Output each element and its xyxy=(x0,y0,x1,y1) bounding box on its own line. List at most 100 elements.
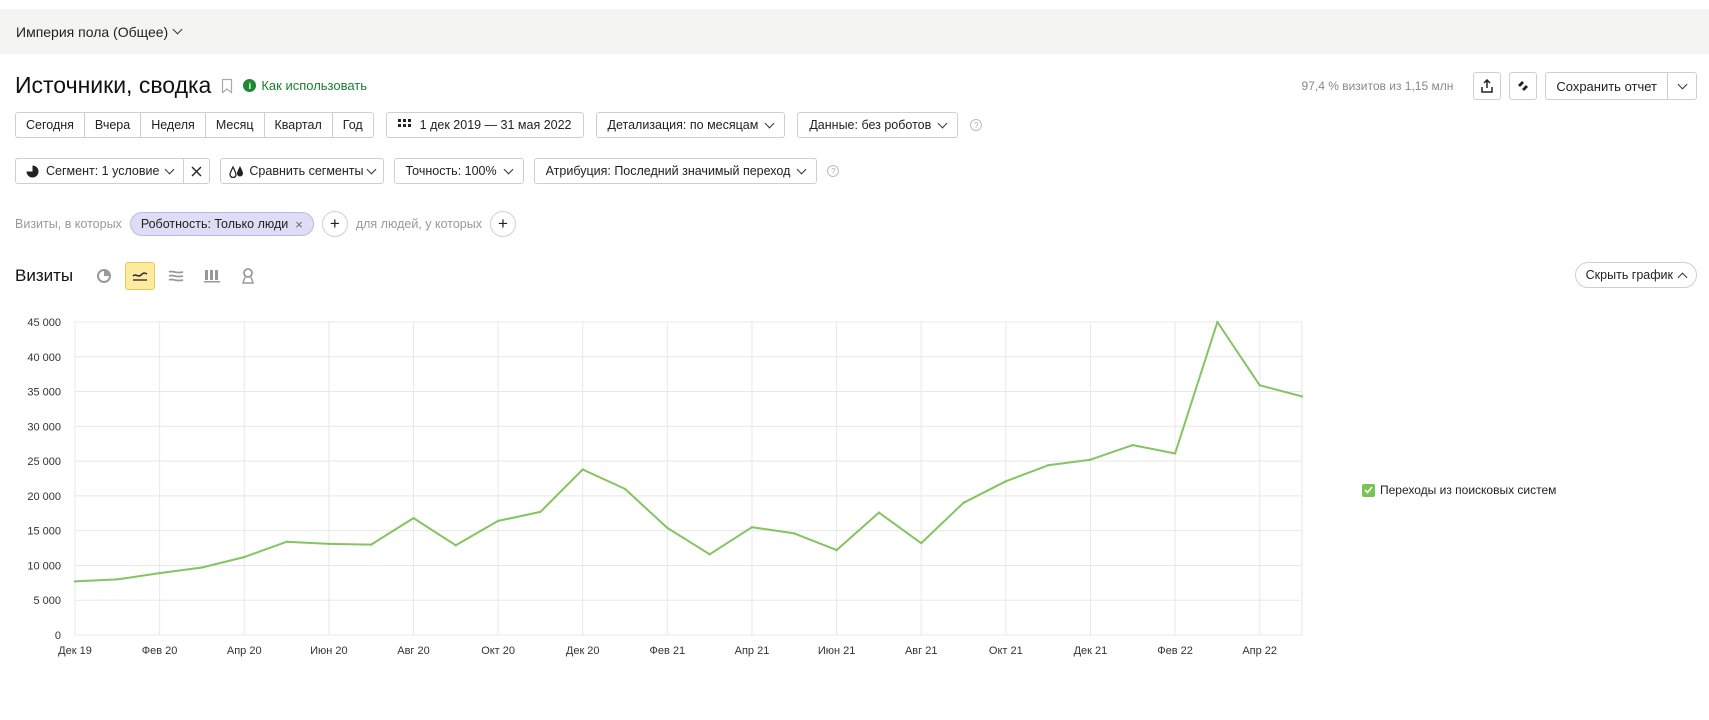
data-point xyxy=(285,540,288,543)
data-filter-dropdown[interactable]: Данные: без роботов xyxy=(797,112,959,138)
y-tick-label: 0 xyxy=(55,630,61,642)
data-point xyxy=(327,542,331,546)
data-point xyxy=(454,544,457,547)
data-point xyxy=(920,541,923,545)
period-year[interactable]: Год xyxy=(333,113,373,137)
x-tick-label: Фев 20 xyxy=(142,645,178,657)
x-tick-label: Дек 20 xyxy=(566,645,600,657)
detail-dropdown[interactable]: Детализация: по месяцам xyxy=(595,112,786,138)
close-icon xyxy=(191,166,202,176)
compare-label: Сравнить сегменты xyxy=(249,164,364,178)
map-pin-icon xyxy=(242,268,255,284)
x-tick-label: Фев 21 xyxy=(650,645,686,657)
data-point xyxy=(1258,384,1261,387)
y-tick-label: 15 000 xyxy=(27,526,61,538)
chart-type-bar[interactable] xyxy=(197,262,227,290)
chevron-down-icon xyxy=(503,164,514,174)
page-title: Источники, сводка xyxy=(15,72,212,98)
chevron-down-icon xyxy=(366,164,376,174)
area-chart-icon xyxy=(168,270,184,282)
check-icon xyxy=(1364,486,1373,494)
data-point xyxy=(708,553,711,556)
accuracy-label: Точность: 100% xyxy=(405,164,497,178)
help-icon[interactable]: ? xyxy=(827,165,840,177)
date-range: 1 дек 2019 — 31 мая 2022 xyxy=(419,118,572,132)
period-month[interactable]: Месяц xyxy=(206,113,265,137)
data-point xyxy=(750,525,754,529)
how-to-use-label: Как использовать xyxy=(261,78,368,93)
x-tick-label: Апр 20 xyxy=(227,645,262,657)
filter-chip[interactable]: Роботность: Только люди × xyxy=(129,212,314,236)
bar-chart-icon xyxy=(204,270,221,283)
chevron-down-icon xyxy=(172,24,183,35)
data-point xyxy=(73,580,77,583)
clear-segment-button[interactable] xyxy=(184,159,209,183)
y-tick-label: 45 000 xyxy=(27,317,61,329)
period-quarter[interactable]: Квартал xyxy=(265,113,333,137)
chevron-down-icon xyxy=(937,118,948,128)
series-line xyxy=(74,321,1303,583)
chart-type-pie[interactable] xyxy=(89,262,119,290)
data-point xyxy=(412,516,415,520)
export-icon xyxy=(1481,79,1494,93)
data-point xyxy=(243,555,246,559)
data-point xyxy=(116,578,119,581)
data-point xyxy=(1089,458,1092,461)
hide-chart-button[interactable]: Скрыть график xyxy=(1574,262,1697,288)
chart-type-line[interactable] xyxy=(125,262,156,290)
export-button[interactable] xyxy=(1473,72,1502,100)
data-point xyxy=(1300,395,1304,398)
segment-label: Сегмент: 1 условие xyxy=(46,164,160,178)
people-where-label: для людей, у которых xyxy=(355,217,482,231)
chevron-down-icon xyxy=(796,164,807,174)
attribution-dropdown[interactable]: Атрибуция: Последний значимый переход xyxy=(533,158,818,184)
chart-legend[interactable]: Переходы из поисковых систем xyxy=(1362,483,1556,497)
y-tick-label: 40 000 xyxy=(27,352,61,364)
y-tick-label: 25 000 xyxy=(27,456,61,468)
line-chart-icon xyxy=(132,272,148,281)
period-yesterday[interactable]: Вчера xyxy=(85,113,142,137)
save-report-group: Сохранить отчет xyxy=(1545,72,1697,100)
compare-segments-dropdown[interactable]: Сравнить сегменты xyxy=(220,158,384,184)
counter-selector[interactable]: Империя пола (Общее) xyxy=(16,24,183,40)
period-week[interactable]: Неделя xyxy=(141,113,206,137)
add-people-filter-button[interactable]: + xyxy=(489,211,516,237)
link-icon xyxy=(1518,81,1529,91)
x-tick-label: Дек 21 xyxy=(1074,645,1108,657)
bookmark-icon[interactable] xyxy=(221,78,233,94)
period-today[interactable]: Сегодня xyxy=(16,113,85,137)
data-point xyxy=(158,571,161,575)
legend-checkbox[interactable] xyxy=(1362,483,1375,497)
filter-row: Визиты, в которых Роботность: Только люд… xyxy=(15,211,516,237)
segment-dropdown[interactable]: Сегмент: 1 условие xyxy=(16,159,185,183)
add-visit-filter-button[interactable]: + xyxy=(321,211,348,237)
data-point xyxy=(1004,480,1008,483)
title-row: Источники, сводка i Как использовать xyxy=(15,72,367,99)
data-point xyxy=(962,501,965,505)
x-tick-label: Июн 20 xyxy=(310,645,348,657)
attribution-label: Атрибуция: Последний значимый переход xyxy=(545,164,791,178)
data-point xyxy=(877,511,881,514)
how-to-use-link[interactable]: i Как использовать xyxy=(243,78,367,93)
x-tick-label: Июн 21 xyxy=(818,645,856,657)
close-icon[interactable]: × xyxy=(295,217,303,232)
date-range-button[interactable]: 1 дек 2019 — 31 мая 2022 xyxy=(385,112,584,138)
y-tick-label: 20 000 xyxy=(27,491,61,503)
share-button[interactable] xyxy=(1509,72,1538,100)
pie-chart-icon xyxy=(97,269,112,283)
chevron-down-icon xyxy=(164,164,175,174)
save-report-button[interactable]: Сохранить отчет xyxy=(1546,73,1668,99)
visits-share: 97,4 % визитов из 1,15 млн xyxy=(1301,79,1454,93)
data-point xyxy=(793,532,796,535)
info-icon: i xyxy=(243,79,257,92)
chart-type-area[interactable] xyxy=(161,262,191,290)
help-icon[interactable]: ? xyxy=(970,119,983,131)
save-report-dropdown[interactable] xyxy=(1668,73,1696,99)
accuracy-dropdown[interactable]: Точность: 100% xyxy=(393,158,524,184)
x-tick-label: Окт 21 xyxy=(989,645,1023,657)
chart-type-map[interactable] xyxy=(233,262,263,290)
period-buttons: Сегодня Вчера Неделя Месяц Квартал Год xyxy=(15,112,374,138)
data-point xyxy=(496,519,500,523)
chart-header: Визиты xyxy=(15,262,269,290)
chevron-down-icon xyxy=(1677,79,1687,89)
